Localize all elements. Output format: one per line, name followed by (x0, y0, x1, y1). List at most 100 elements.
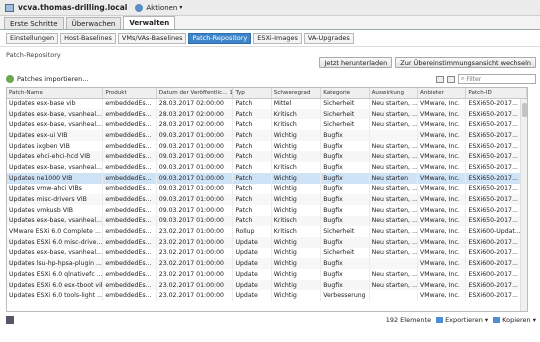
table-cell: Wichtig (271, 269, 322, 280)
table-row[interactable]: Updates esx-base, vsanheal... embeddedEs.… (7, 119, 527, 131)
item-count: 192 Elemente (385, 316, 432, 324)
table-cell: Updates esx-base, vsanheal... (7, 247, 104, 259)
table-cell: Neu starten, ... (369, 194, 419, 205)
table-row[interactable]: Updates ESXi 6.0 misc-drive... embeddedEs… (7, 236, 527, 248)
table-cell: embeddedEs... (102, 279, 157, 291)
table-cell: Sicherheit (320, 226, 370, 237)
columns-icon[interactable] (436, 75, 444, 83)
subtab-esxi-images[interactable]: ESXi-Images (253, 32, 302, 44)
table-cell: ESXi650-2017... (465, 108, 527, 120)
copy-button[interactable]: Kopieren ▾ (493, 316, 536, 324)
table-cell: Wichtig (271, 290, 322, 302)
table-row[interactable]: Updates ESXi 6.0 qlnativefc ... embeddedE… (7, 269, 527, 280)
col-severity[interactable]: Schweregrad (271, 88, 322, 99)
filter-input-box[interactable]: ⌕ (458, 74, 536, 84)
col-patch-name[interactable]: Patch-Name (7, 88, 104, 99)
col-category[interactable]: Kategorie (320, 88, 370, 99)
table-cell: VMware, Inc. (417, 98, 467, 109)
table-cell: Sicherheit (320, 247, 370, 259)
table-cell: 23.02.2017 01:00:00 (156, 269, 234, 280)
table-row[interactable]: Updates esx-base, vsanheal... embeddedEs.… (7, 162, 527, 173)
table-row[interactable]: Updates ESXi 6.0 esx-tboot vib embeddedEs… (7, 279, 527, 291)
table-row[interactable]: Updates esx-base, vsanheal... embeddedEs.… (7, 247, 527, 259)
import-patches-link[interactable]: Patches importieren... (17, 75, 88, 83)
tab-erste-schritte[interactable]: Erste Schritte (4, 17, 64, 29)
table-cell: VMware, Inc. (417, 162, 467, 173)
table-cell: Kritisch (271, 226, 322, 237)
table-cell: embeddedEs... (102, 151, 157, 163)
table-cell: Patch (232, 183, 272, 195)
table-cell: Wichtig (271, 279, 322, 291)
nav-tabs: Erste Schritte Überwachen Verwalten (0, 16, 540, 30)
table-row[interactable]: VMware ESXi 6.0 Complete ... embeddedEs..… (7, 226, 527, 237)
filter-input[interactable] (466, 75, 535, 83)
table-cell: ESXi600-2017... (465, 290, 527, 302)
table-row[interactable]: Updates ixgben VIB embeddedEs... 09.03.201… (7, 140, 527, 152)
export-button[interactable]: Exportieren ▾ (436, 316, 488, 324)
table-row[interactable]: Updates ne1000 VIB embeddedEs... 09.03.201… (7, 172, 527, 184)
table-cell: Kritisch (271, 162, 322, 173)
table-cell: Updates ESXi 6.0 qlnativefc ... (7, 269, 104, 280)
table-row[interactable]: Updates vmkusb VIB embeddedEs... 09.03.201… (7, 204, 527, 216)
col-patch-id[interactable]: Patch-ID (465, 88, 527, 99)
table-cell: ESXi650-2017... (465, 172, 527, 184)
table-cell: Updates ehci-ehci-hcd VIB (7, 151, 104, 163)
table-row[interactable]: Updates esx-ui VIB embeddedEs... 09.03.201… (7, 130, 527, 141)
export-grid-icon[interactable] (447, 75, 455, 83)
tab-ueberwachen[interactable]: Überwachen (65, 17, 122, 29)
table-cell: 28.03.2017 02:00:00 (156, 108, 234, 120)
table-cell: VMware, Inc. (417, 269, 467, 280)
download-now-button[interactable]: Jetzt herunterladen (319, 57, 393, 68)
table-cell: embeddedEs... (102, 130, 157, 141)
grid-settings-icon[interactable] (6, 316, 14, 324)
table-cell: Sicherheit (320, 119, 370, 131)
vertical-scrollbar[interactable] (520, 99, 527, 311)
table-cell: 09.03.2017 01:00:00 (156, 194, 234, 205)
table-cell: ESXi650-2017... (465, 215, 527, 227)
table-row[interactable]: Updates ehci-ehci-hcd VIB embeddedEs... 09… (7, 151, 527, 163)
col-impact[interactable]: Auswirkung (369, 88, 419, 99)
table-cell: Patch (232, 162, 272, 173)
col-vendor[interactable]: Anbieter (417, 88, 467, 99)
table-cell: Patch (232, 108, 272, 120)
compliance-view-button[interactable]: Zur Übereinstimmungsansicht wechseln (395, 57, 536, 68)
table-cell: Updates esx-base, vsanheal... (7, 162, 104, 173)
table-row[interactable]: Updates esx-base, vsanheal... embeddedEs.… (7, 215, 527, 227)
table-cell: embeddedEs... (102, 140, 157, 152)
subtab-host-baselines[interactable]: Host-Baselines (60, 32, 116, 44)
table-cell: VMware, Inc. (417, 226, 467, 237)
table-cell: ESXi650-2017... (465, 151, 527, 163)
table-cell: Neu starten, ... (369, 108, 419, 120)
table-cell: Wichtig (271, 236, 322, 248)
table-cell: Kritisch (271, 215, 322, 227)
table-row[interactable]: Updates lsu-hp-hpsa-plugin ... embeddedEs… (7, 258, 527, 269)
export-icon (436, 317, 444, 323)
subtab-vms-baselines[interactable]: VMs/VAs-Baselines (117, 32, 187, 44)
table-row[interactable]: Updates misc-drivers VIB embeddedEs... 09.… (7, 194, 527, 205)
subtab-patch-repository[interactable]: Patch-Repository (188, 32, 252, 44)
table-row[interactable]: Updates esx-base, vsanheal... embeddedEs.… (7, 108, 527, 120)
table-cell: Bugfix (320, 172, 370, 184)
table-cell: Wichtig (271, 194, 322, 205)
subtab-einstellungen[interactable]: Einstellungen (6, 32, 59, 44)
table-cell: 23.02.2017 01:00:00 (156, 226, 234, 237)
table-cell: VMware, Inc. (417, 236, 467, 248)
table-cell: Updates ESXi 6.0 esx-tboot vib (7, 279, 104, 291)
table-row[interactable]: Updates esx-base vib embeddedEs... 28.03.2… (7, 98, 527, 109)
col-type[interactable]: Typ (232, 88, 272, 99)
subtab-va-upgrades[interactable]: VA-Upgrades (303, 32, 354, 44)
tab-verwalten[interactable]: Verwalten (123, 16, 176, 29)
col-release-date[interactable]: Datum der Veröffentlic... 1 ▼ (156, 88, 234, 99)
col-product[interactable]: Produkt (102, 88, 157, 99)
sort-indicator: 1 ▼ (229, 89, 233, 96)
sub-tabs: Einstellungen Host-Baselines VMs/VAs-Bas… (0, 30, 540, 47)
table-cell (369, 130, 419, 141)
table-cell: Sicherheit (320, 108, 370, 120)
scrollbar-thumb[interactable] (522, 103, 527, 117)
table-cell: embeddedEs... (102, 162, 157, 173)
table-row[interactable]: Updates vmw-ahci VIBs embeddedEs... 09.03.… (7, 183, 527, 195)
actions-menu[interactable]: Aktionen ▾ (135, 3, 182, 12)
table-row[interactable]: Updates ESXi 6.0 tools-light ... embedded… (7, 290, 527, 302)
table-cell: Neu starten, ... (369, 269, 419, 280)
table-cell: 23.02.2017 01:00:00 (156, 247, 234, 259)
